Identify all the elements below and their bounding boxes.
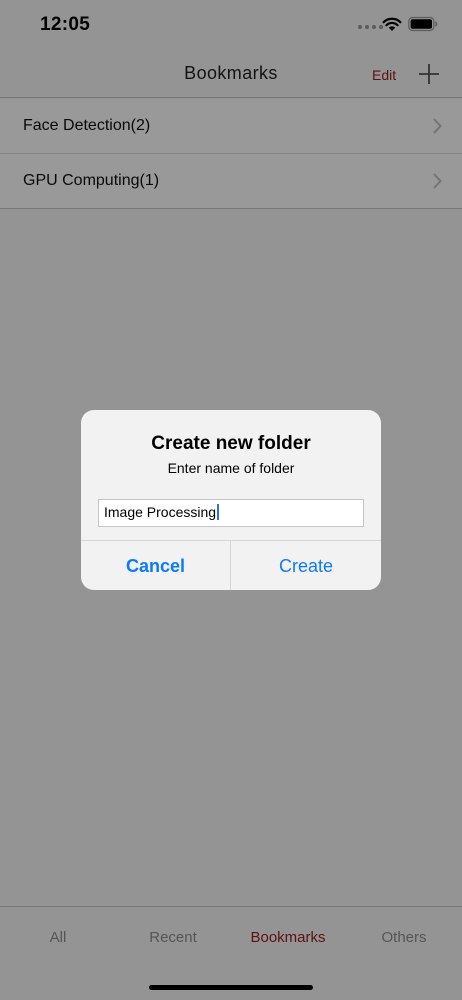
create-button[interactable]: Create [231, 541, 381, 590]
create-folder-dialog: Create new folder Enter name of folder I… [81, 410, 381, 590]
dialog-message: Enter name of folder [167, 460, 295, 476]
text-cursor [217, 504, 220, 520]
dialog-title: Create new folder [151, 433, 311, 454]
folder-name-input[interactable]: Image Processing [98, 499, 364, 527]
dialog-actions: Cancel Create [81, 540, 381, 590]
app-screen: 12:05 Bookmarks Edit Face Detection(2) G… [0, 0, 462, 1000]
folder-name-value: Image Processing [104, 504, 217, 520]
home-indicator[interactable] [149, 985, 313, 990]
cancel-button[interactable]: Cancel [81, 541, 231, 590]
